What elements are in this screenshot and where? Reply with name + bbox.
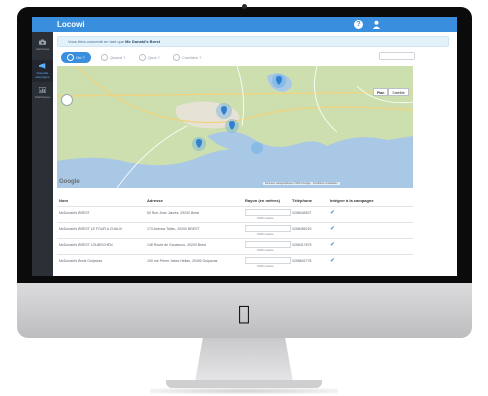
cell-address: 173 Avenue Tallec, 29200 BREST (147, 227, 200, 231)
cell-phone: 0298445527 (292, 211, 312, 215)
steps-select[interactable] (379, 52, 415, 60)
sidebar-item-label: Nouvelle campagne (35, 71, 50, 79)
user-icon[interactable] (372, 20, 381, 29)
map-credit[interactable]: Données cartographiques ©2013 Google · C… (263, 182, 340, 185)
map-type-toggle: Plan Satellite (373, 88, 409, 96)
header-divider (57, 206, 413, 207)
sidebar-item-label: Historique (35, 47, 50, 51)
step-dot-icon (101, 54, 108, 62)
wizard-steps: Où ? Quand ? Quoi ? Combien ? (61, 52, 361, 64)
login-info-prefix: Vous êtes connecté en tant que (68, 39, 125, 44)
step-label: Où ? (76, 55, 85, 60)
radius-label: 1000 mètres (257, 216, 274, 220)
cell-address: 190 rue Pierre Jakez Hélias, 29490 Guipa… (147, 259, 218, 263)
cell-address: 148 Route de Gouesnou, 29200 Brest (147, 243, 206, 247)
radius-input[interactable] (245, 241, 291, 248)
radius-input[interactable] (245, 257, 291, 264)
radius-label: 1000 mètres (257, 232, 274, 236)
sidebar-item-nouvelle-campagne[interactable]: Nouvelle campagne (32, 60, 53, 82)
row-divider (57, 254, 413, 255)
step-label: Combien ? (182, 55, 202, 60)
sidebar-item-statistiques[interactable]: Statistiques (32, 84, 53, 106)
col-header-rayon: Rayon (en mètres) (245, 198, 280, 203)
main-content: Vous êtes connecté en tant que Mc Donald… (53, 32, 457, 276)
col-header-telephone: Téléphone (292, 198, 313, 203)
radius-label: 1000 mètres (257, 264, 274, 268)
help-icon[interactable]: ? (354, 20, 363, 29)
stand-shadow (150, 388, 338, 394)
app-screen: Locowi ? Historique Nouvelle campagne St… (32, 17, 457, 276)
sidebar-item-label: Statistiques (34, 95, 51, 99)
top-bar: Locowi ? (32, 17, 457, 32)
chart-icon (39, 87, 46, 93)
include-checkbox[interactable]: ✔ (330, 258, 336, 264)
map-canvas (57, 66, 413, 188)
cell-name: McDonald's BREST (59, 211, 90, 215)
map-pan-control[interactable] (61, 94, 73, 106)
camera-icon (242, 4, 247, 9)
step-quoi[interactable]: Quoi ? (139, 52, 160, 63)
include-checkbox[interactable]: ✔ (330, 210, 336, 216)
sidebar-item-historique[interactable]: Historique (32, 36, 53, 58)
col-header-nom: Nom (59, 198, 68, 203)
camera-icon (39, 39, 46, 45)
map-type-satellite[interactable]: Satellite (388, 88, 409, 96)
sidebar: Historique Nouvelle campagne Statistique… (32, 32, 53, 276)
cell-address: 50 Rue Jean Jaurès, 29200 Brest (147, 211, 200, 215)
monitor-foot (166, 380, 322, 388)
step-dot-icon (67, 54, 74, 62)
map-type-plan[interactable]: Plan (373, 88, 389, 96)
step-combien[interactable]: Combien ? (173, 52, 201, 63)
google-logo: Google (59, 179, 80, 185)
include-checkbox[interactable]: ✔ (330, 242, 336, 248)
apple-logo-icon:  (234, 302, 254, 324)
step-ou[interactable]: Où ? (61, 52, 91, 63)
cell-phone: 0298842778 (292, 259, 312, 263)
login-info-bar: Vous êtes connecté en tant que Mc Donald… (57, 36, 449, 47)
step-dot-icon (139, 54, 146, 62)
include-checkbox[interactable]: ✔ (330, 226, 336, 232)
row-divider (57, 222, 413, 223)
step-label: Quoi ? (148, 55, 160, 60)
step-label: Quand ? (110, 55, 126, 60)
row-divider (57, 238, 413, 239)
cell-phone: 0298455215 (292, 227, 312, 231)
login-info-name: Mc Donald's Brest (125, 39, 160, 44)
cell-name: McDonald's BREST LE FOUR A CHAUX (59, 227, 123, 231)
app-title[interactable]: Locowi (57, 19, 85, 30)
step-dot-icon (173, 54, 180, 62)
step-quand[interactable]: Quand ? (101, 52, 125, 63)
login-info-text: Vous êtes connecté en tant que Mc Donald… (68, 38, 160, 45)
radius-input[interactable] (245, 209, 291, 216)
cell-phone: 0298417879 (292, 243, 312, 247)
radius-input[interactable] (245, 225, 291, 232)
megaphone-icon (39, 63, 46, 69)
cell-name: McDonald's BREST LOUBSCHEN (59, 243, 113, 247)
radius-label: 1000 mètres (257, 248, 274, 252)
monitor-stand (195, 338, 293, 382)
map-view[interactable] (57, 66, 413, 188)
col-header-adresse: Adresse (147, 198, 163, 203)
cell-name: McDonald's Brest Guipavas (59, 259, 103, 263)
col-header-integrer: Intégrer à la campagne (330, 198, 374, 203)
